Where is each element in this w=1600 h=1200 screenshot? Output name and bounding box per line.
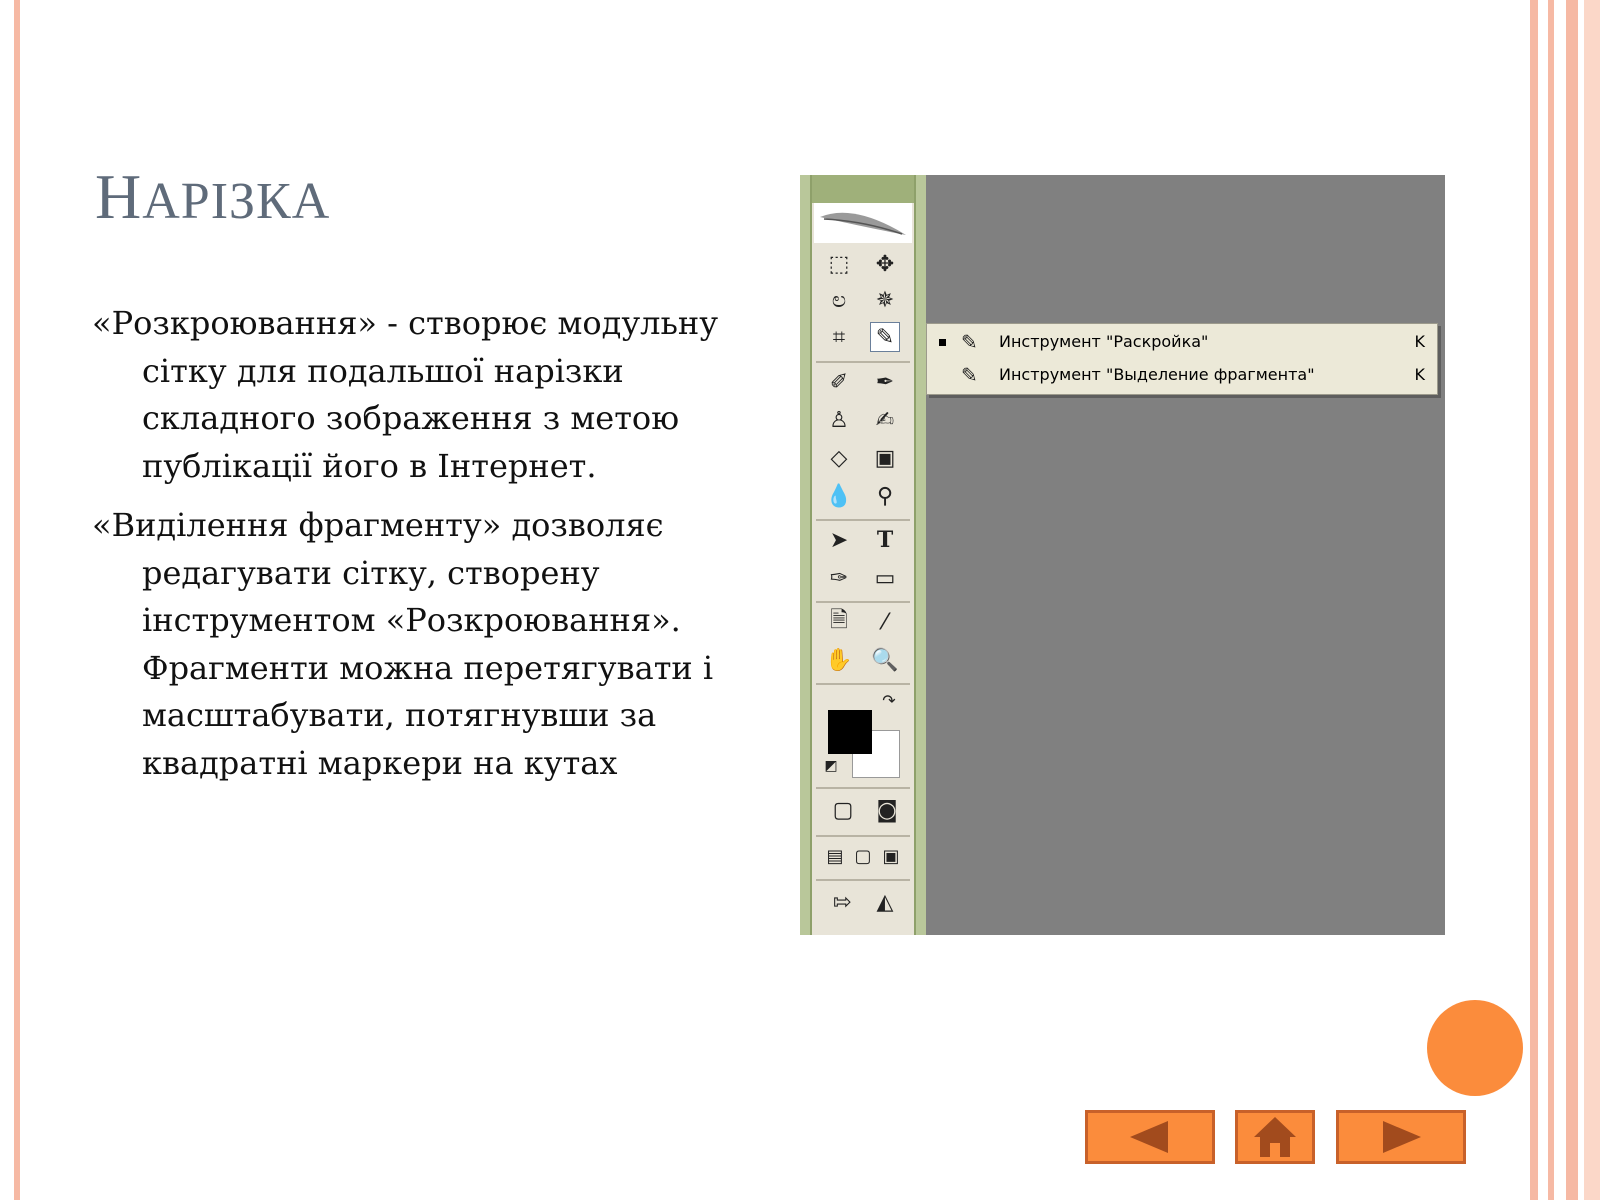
type-icon[interactable]: T <box>870 525 900 555</box>
toolbox-separator <box>816 879 910 881</box>
menu-item-shortcut: K <box>1414 365 1426 384</box>
slide-body: «Розкроювання» - створює модульну сітку … <box>92 300 792 787</box>
toolbox-separator <box>816 519 910 521</box>
eraser-icon[interactable]: ◇ <box>824 443 854 473</box>
healing-brush-icon[interactable]: ✐ <box>824 367 854 397</box>
photoshop-screenshot: ⬚ ✥ ಲ ✵ ⌗ ✎ ✐ ✒ ♙ ✍ ◇ ▣ 💧 ⚲ ➤ T ✑ ▭ 🗎 ⁄ … <box>800 175 1445 935</box>
slice-select-icon: ✎ <box>961 363 978 387</box>
menu-item-label: Инструмент "Раскройка" <box>999 332 1209 351</box>
swap-colors-icon[interactable]: ↷ <box>878 689 900 711</box>
move-icon[interactable]: ✥ <box>870 249 900 279</box>
toolbox-separator <box>816 787 910 789</box>
arrow-left-icon <box>1130 1121 1168 1153</box>
slide-title: НАРІЗКА <box>95 160 330 234</box>
feather-logo <box>814 203 912 243</box>
jump-to-imageready-icon[interactable]: ⇰ <box>824 887 860 917</box>
zoom-icon[interactable]: 🔍 <box>870 645 900 675</box>
next-slide-button[interactable] <box>1336 1110 1466 1164</box>
toolbox-separator <box>816 683 910 685</box>
paragraph-slice-select-tool: «Виділення фрагменту» дозволяє редагуват… <box>92 506 714 782</box>
notes-icon[interactable]: 🗎 <box>824 607 854 637</box>
default-colors-icon[interactable]: ◩ <box>820 755 842 777</box>
menu-item-label: Инструмент "Выделение фрагмента" <box>999 365 1315 384</box>
brush-icon[interactable]: ✒ <box>870 367 900 397</box>
toolbox-panel: ⬚ ✥ ಲ ✵ ⌗ ✎ ✐ ✒ ♙ ✍ ◇ ▣ 💧 ⚲ ➤ T ✑ ▭ 🗎 ⁄ … <box>800 175 926 935</box>
home-button[interactable] <box>1235 1110 1315 1164</box>
eyedropper-icon[interactable]: ⁄ <box>870 607 900 637</box>
title-rest: АРІЗКА <box>142 173 331 230</box>
slice-icon[interactable]: ✎ <box>870 322 900 352</box>
toolbox-title-bar <box>812 175 914 203</box>
foreground-color-swatch[interactable] <box>828 710 872 754</box>
decorative-orange-circle <box>1427 1000 1523 1096</box>
magic-wand-icon[interactable]: ✵ <box>870 285 900 315</box>
screen-mode-full-icon[interactable]: ▣ <box>878 841 904 871</box>
hand-icon[interactable]: ✋ <box>824 645 854 675</box>
screen-mode-standard-icon[interactable]: ▤ <box>822 841 848 871</box>
menu-item-slice-tool[interactable]: ✎ Инструмент "Раскройка" K <box>927 326 1437 358</box>
toolbox-separator <box>816 835 910 837</box>
toolbox-separator <box>816 361 910 363</box>
right-frame-line-3 <box>1566 0 1578 1200</box>
pen-icon[interactable]: ✑ <box>824 563 854 593</box>
slice-icon: ✎ <box>961 330 978 354</box>
arrow-right-icon <box>1383 1121 1421 1153</box>
crop-icon[interactable]: ⌗ <box>824 322 854 352</box>
toolbox-body: ⬚ ✥ ಲ ✵ ⌗ ✎ ✐ ✒ ♙ ✍ ◇ ▣ 💧 ⚲ ➤ T ✑ ▭ 🗎 ⁄ … <box>810 175 916 935</box>
left-frame-line <box>14 0 20 1200</box>
selected-bullet-icon <box>939 339 946 346</box>
paragraph-slice-tool: «Розкроювання» - створює модульну сітку … <box>92 304 719 485</box>
right-frame-line-4 <box>1584 0 1600 1200</box>
title-first-letter: Н <box>95 161 143 232</box>
standard-mode-icon[interactable]: ▢ <box>826 795 860 825</box>
menu-item-slice-select-tool[interactable]: ✎ Инструмент "Выделение фрагмента" K <box>927 359 1437 391</box>
shape-icon[interactable]: ▭ <box>870 563 900 593</box>
history-brush-icon[interactable]: ✍ <box>870 405 900 435</box>
dodge-icon[interactable]: ⚲ <box>870 481 900 511</box>
path-selection-icon[interactable]: ➤ <box>824 525 854 555</box>
marquee-icon[interactable]: ⬚ <box>824 249 854 279</box>
gradient-icon[interactable]: ▣ <box>870 443 900 473</box>
right-frame-line-1 <box>1530 0 1538 1200</box>
right-frame-line-2 <box>1548 0 1554 1200</box>
stamp-icon[interactable]: ♙ <box>824 405 854 435</box>
menu-item-shortcut: K <box>1414 332 1426 351</box>
screen-mode-full-menu-icon[interactable]: ▢ <box>850 841 876 871</box>
quick-mask-icon[interactable]: ◙ <box>870 795 904 825</box>
slice-tool-flyout-menu: ✎ Инструмент "Раскройка" K ✎ Инструмент … <box>926 323 1438 395</box>
home-icon <box>1254 1117 1296 1157</box>
lasso-icon[interactable]: ಲ <box>824 285 854 315</box>
blur-icon[interactable]: 💧 <box>824 481 854 511</box>
previous-slide-button[interactable] <box>1085 1110 1215 1164</box>
imageready-icon[interactable]: ◭ <box>870 887 900 917</box>
